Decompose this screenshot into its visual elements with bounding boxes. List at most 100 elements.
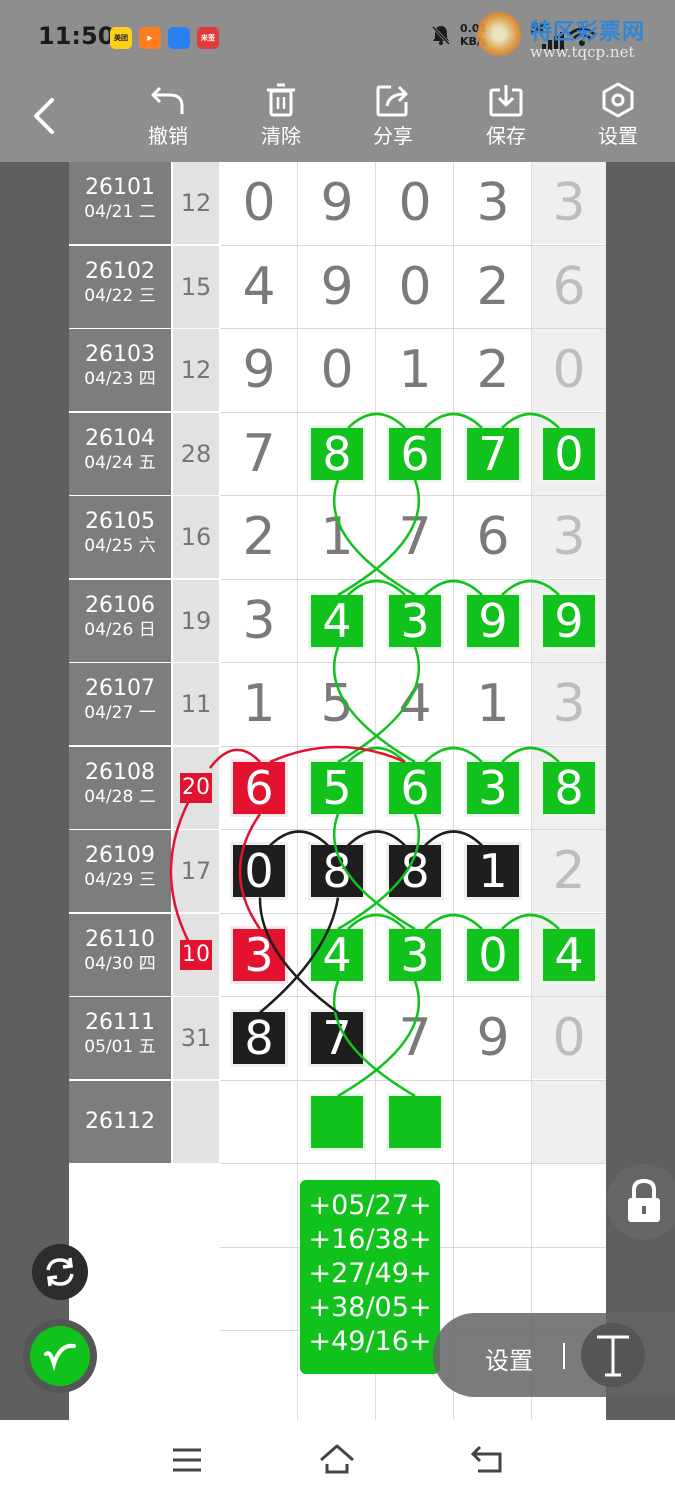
digit-cell[interactable]: 0 (220, 830, 298, 912)
sum-cell[interactable] (173, 1080, 219, 1163)
settings-button[interactable]: 设置 (578, 82, 658, 154)
digit-cell[interactable] (532, 1080, 606, 1163)
digit-cell[interactable]: 3 (376, 914, 454, 996)
text-tool-button[interactable] (581, 1323, 645, 1387)
digit-cell[interactable]: 0 (220, 162, 298, 244)
digit-cell[interactable]: 3 (454, 162, 532, 244)
digit-cell[interactable]: 8 (220, 997, 298, 1079)
digit-cell[interactable]: 1 (220, 663, 298, 745)
issue-number: 26109 (85, 843, 155, 868)
digit-cell[interactable]: 8 (532, 746, 606, 829)
digit-cell[interactable]: 9 (298, 246, 376, 328)
digit-cell[interactable]: 4 (532, 913, 606, 996)
digit-cell[interactable]: 7 (376, 997, 454, 1079)
digit-cell[interactable]: 3 (532, 496, 606, 578)
digit-cell[interactable]: 8 (298, 830, 376, 912)
panel-settings-button[interactable]: 设置 (485, 1341, 533, 1376)
digit-cell[interactable]: 3 (532, 162, 606, 244)
digit-cell[interactable]: 3 (376, 580, 454, 662)
highlighted-digit: 3 (386, 925, 444, 984)
sum-cell[interactable]: 16 (173, 496, 219, 578)
grid-line (220, 328, 606, 329)
back-button[interactable] (28, 96, 62, 136)
watermark-url: www.tqcp.net (530, 43, 635, 61)
digit-cell[interactable]: 2 (532, 830, 606, 912)
digit-cell[interactable]: 8 (376, 830, 454, 912)
sum-cell[interactable]: 28 (173, 412, 219, 495)
digit-cell[interactable]: 0 (532, 997, 606, 1079)
highlighted-digit: 0 (540, 424, 598, 483)
save-button[interactable]: 保存 (466, 82, 546, 154)
menu-icon[interactable] (171, 1446, 203, 1474)
digit-cell[interactable]: 0 (532, 412, 606, 495)
digit-cell[interactable]: 6 (220, 747, 298, 829)
digit-cell[interactable]: 3 (220, 914, 298, 996)
digit-cell[interactable]: 0 (376, 162, 454, 244)
share-button[interactable]: 分享 (353, 82, 433, 154)
digit-cell[interactable]: 2 (454, 246, 532, 328)
digit-cell[interactable]: 4 (298, 580, 376, 662)
digit-cell[interactable]: 5 (298, 747, 376, 829)
prediction-line: +05/27+ (308, 1190, 432, 1221)
digit-cell[interactable]: 0 (532, 329, 606, 411)
sum-cell[interactable]: 12 (173, 329, 219, 411)
digit-cell[interactable]: 0 (376, 246, 454, 328)
digit-cell[interactable]: 9 (220, 329, 298, 411)
digit-cell[interactable]: 1 (376, 329, 454, 411)
digit-cell[interactable]: 7 (298, 997, 376, 1079)
lock-button[interactable] (606, 1164, 675, 1240)
pen-button[interactable] (23, 1319, 97, 1393)
sum-cell[interactable]: 17 (173, 830, 219, 912)
sum-cell[interactable]: 31 (173, 997, 219, 1079)
digit-cell[interactable]: 3 (532, 663, 606, 745)
digit-cell[interactable]: 4 (376, 663, 454, 745)
sum-cell[interactable]: 11 (173, 663, 219, 745)
digit-cell[interactable] (454, 1081, 532, 1163)
digit-cell[interactable]: 4 (298, 914, 376, 996)
digit-cell[interactable]: 2 (220, 496, 298, 578)
digit-cell[interactable]: 6 (376, 413, 454, 495)
digit-cell[interactable]: 0 (454, 914, 532, 996)
grid-line (220, 912, 606, 914)
digit-cell[interactable]: 1 (298, 496, 376, 578)
digit-cell[interactable]: 6 (376, 747, 454, 829)
digit-cell[interactable]: 9 (298, 162, 376, 244)
digit-cell[interactable]: 9 (454, 580, 532, 662)
back-icon[interactable] (470, 1444, 504, 1474)
digit-cell[interactable]: 9 (454, 997, 532, 1079)
home-icon[interactable] (318, 1442, 356, 1476)
digit-cell[interactable] (220, 1081, 298, 1163)
refresh-button[interactable] (32, 1244, 88, 1300)
undo-button[interactable]: 撤销 (128, 82, 208, 154)
sum-cell[interactable]: 19 (173, 579, 219, 662)
digit-cell[interactable]: 8 (298, 413, 376, 495)
watermark-logo-icon (477, 12, 521, 56)
sum-value: 10 (180, 939, 212, 970)
digit-cell[interactable]: 7 (220, 413, 298, 495)
digit-cell[interactable]: 3 (220, 580, 298, 662)
digit-cell[interactable]: 4 (220, 246, 298, 328)
clear-button[interactable]: 清除 (241, 82, 321, 154)
digit-cell[interactable] (376, 1081, 454, 1163)
digit-cell[interactable]: 7 (376, 496, 454, 578)
sum-cell[interactable]: 12 (173, 162, 219, 244)
digit-cell[interactable]: 0 (298, 329, 376, 411)
digit-cell[interactable]: 5 (298, 663, 376, 745)
digit-cell[interactable]: 7 (454, 413, 532, 495)
digit-cell[interactable]: 3 (454, 747, 532, 829)
prediction-line: +49/16+ (308, 1326, 432, 1357)
highlighted-digit (386, 1092, 444, 1151)
digit-cell[interactable]: 2 (454, 329, 532, 411)
digit-cell[interactable] (298, 1081, 376, 1163)
sum-cell[interactable]: 10 (173, 913, 219, 996)
sum-cell[interactable]: 15 (173, 245, 219, 328)
digit-cell[interactable]: 1 (454, 663, 532, 745)
prediction-box[interactable]: +05/27+ +16/38+ +27/49+ +38/05+ +49/16+ (300, 1180, 440, 1374)
digit-cell[interactable]: 9 (532, 579, 606, 662)
trash-icon (267, 83, 295, 117)
sum-cell[interactable]: 20 (173, 746, 219, 829)
digit-cell[interactable]: 6 (454, 496, 532, 578)
digit-cell[interactable]: 1 (454, 830, 532, 912)
sum-value: 20 (180, 772, 212, 803)
digit-cell[interactable]: 6 (532, 245, 606, 328)
